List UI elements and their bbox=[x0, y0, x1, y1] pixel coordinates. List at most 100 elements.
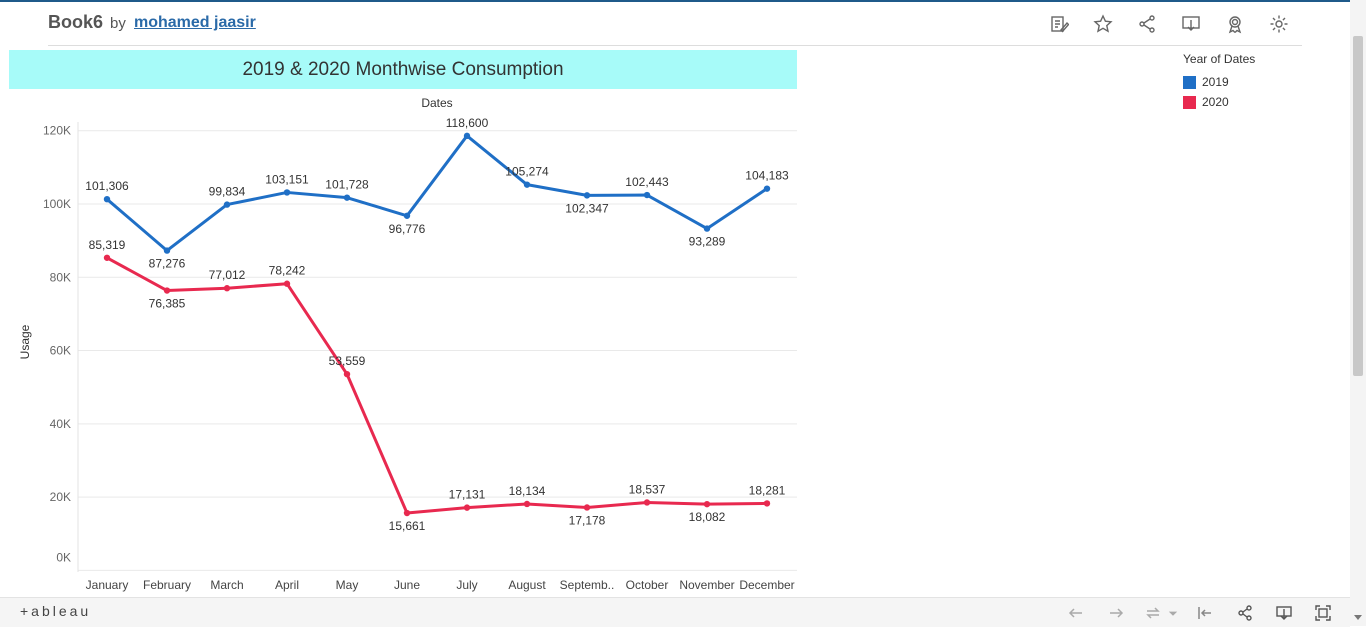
data-point[interactable] bbox=[223, 201, 231, 208]
series-line-2019 bbox=[106, 134, 768, 253]
data-label: 18,082 bbox=[689, 510, 726, 524]
data-label: 53,559 bbox=[329, 354, 366, 368]
edit-icon[interactable] bbox=[1047, 12, 1071, 36]
legend-item-2019[interactable]: 2019 bbox=[1183, 72, 1255, 92]
data-label: 18,281 bbox=[749, 483, 786, 497]
data-point[interactable] bbox=[403, 212, 411, 219]
redo-icon[interactable] bbox=[1105, 602, 1127, 624]
series-lines bbox=[103, 132, 771, 517]
data-label: 103,151 bbox=[265, 172, 309, 186]
data-point[interactable] bbox=[223, 285, 231, 292]
x-tick-label: Septemb.. bbox=[560, 578, 615, 592]
data-label: 105,274 bbox=[505, 165, 549, 179]
y-tick-label: 80K bbox=[50, 270, 71, 284]
scrollbar-thumb[interactable] bbox=[1353, 36, 1363, 376]
x-tick-label: October bbox=[626, 578, 669, 592]
download-icon[interactable] bbox=[1179, 12, 1203, 36]
x-tick-label: August bbox=[508, 578, 546, 592]
header-divider bbox=[48, 45, 1302, 46]
data-label: 77,012 bbox=[209, 268, 246, 282]
y-tick-label: 40K bbox=[50, 417, 71, 431]
data-label: 93,289 bbox=[689, 235, 726, 249]
legend-swatch-2020 bbox=[1183, 95, 1196, 109]
gear-icon[interactable] bbox=[1267, 12, 1291, 36]
x-tick-label: June bbox=[394, 578, 420, 592]
vertical-scrollbar[interactable] bbox=[1350, 0, 1366, 626]
legend: Year of Dates 2019 2020 bbox=[1183, 52, 1255, 112]
data-point[interactable] bbox=[763, 500, 771, 507]
data-label: 102,443 bbox=[625, 175, 669, 189]
award-icon[interactable] bbox=[1223, 12, 1247, 36]
share-icon[interactable] bbox=[1135, 12, 1159, 36]
x-axis-ticks: January February March April May June July Augu… bbox=[86, 578, 795, 592]
workbook-title: Book6 bbox=[48, 12, 104, 32]
scroll-down-arrow[interactable] bbox=[1354, 615, 1362, 620]
x-tick-label: July bbox=[456, 578, 477, 592]
author-link[interactable]: mohamed jaasir bbox=[134, 14, 256, 32]
data-point[interactable] bbox=[343, 370, 351, 378]
data-point[interactable] bbox=[523, 181, 531, 188]
y-tick-label: 0K bbox=[56, 550, 71, 564]
data-label: 118,600 bbox=[446, 116, 489, 130]
data-point[interactable] bbox=[643, 191, 651, 199]
data-point[interactable] bbox=[763, 185, 771, 192]
legend-label-2019: 2019 bbox=[1202, 75, 1229, 89]
data-label: 101,306 bbox=[85, 179, 129, 193]
data-point[interactable] bbox=[463, 132, 471, 140]
data-point[interactable] bbox=[283, 280, 291, 287]
data-point[interactable] bbox=[583, 192, 591, 199]
data-label: 101,728 bbox=[325, 178, 369, 192]
x-axis-title: Dates bbox=[421, 96, 452, 110]
x-tick-label: March bbox=[210, 578, 243, 592]
data-point[interactable] bbox=[163, 287, 171, 294]
data-label: 17,178 bbox=[569, 513, 606, 527]
data-point[interactable] bbox=[703, 500, 711, 508]
x-tick-label: January bbox=[86, 578, 129, 592]
data-point[interactable] bbox=[283, 189, 291, 196]
chart-title: 2019 & 2020 Monthwise Consumption bbox=[9, 50, 797, 89]
revert-dropdown-icon[interactable] bbox=[1166, 602, 1180, 624]
legend-label-2020: 2020 bbox=[1202, 95, 1229, 109]
y-axis-ticks: 0K 20K 40K 60K 80K 100K 120K bbox=[43, 124, 71, 565]
data-point[interactable] bbox=[103, 195, 111, 203]
data-point[interactable] bbox=[703, 225, 711, 232]
data-label: 99,834 bbox=[209, 185, 246, 199]
revert-icon[interactable] bbox=[1142, 602, 1164, 624]
line-chart: 0K 20K 40K 60K 80K 100K 120K January February Ma… bbox=[18, 96, 797, 592]
data-label: 78,242 bbox=[269, 264, 306, 278]
data-point[interactable] bbox=[103, 254, 111, 261]
workbook-header: Book6 by mohamed jaasir bbox=[0, 2, 1350, 46]
data-label: 15,661 bbox=[389, 519, 426, 533]
data-point[interactable] bbox=[163, 247, 171, 254]
x-tick-label: May bbox=[336, 578, 359, 592]
y-tick-label: 20K bbox=[50, 490, 71, 504]
data-label: 18,537 bbox=[629, 482, 666, 496]
undo-icon[interactable] bbox=[1065, 602, 1087, 624]
star-icon[interactable] bbox=[1091, 12, 1115, 36]
y-tick-label: 120K bbox=[43, 124, 71, 138]
data-point[interactable] bbox=[523, 500, 531, 508]
by-label: by bbox=[110, 15, 126, 32]
data-point[interactable] bbox=[583, 504, 591, 511]
data-label: 85,319 bbox=[89, 238, 126, 252]
data-labels: 101,306 87,276 99,834 103,151 101,728 96,776 1… bbox=[85, 116, 789, 533]
data-point[interactable] bbox=[463, 504, 471, 511]
download-icon-footer[interactable] bbox=[1273, 602, 1295, 624]
fullscreen-icon[interactable] bbox=[1312, 602, 1334, 624]
share-icon-footer[interactable] bbox=[1234, 602, 1256, 624]
legend-title: Year of Dates bbox=[1183, 52, 1256, 66]
reset-icon[interactable] bbox=[1194, 602, 1216, 624]
data-label: 17,131 bbox=[449, 488, 486, 502]
y-tick-label: 60K bbox=[50, 344, 71, 358]
data-point[interactable] bbox=[343, 194, 351, 201]
x-tick-label: April bbox=[275, 578, 299, 592]
data-label: 76,385 bbox=[149, 297, 186, 311]
data-label: 18,134 bbox=[509, 484, 546, 498]
data-point[interactable] bbox=[643, 499, 651, 506]
data-point[interactable] bbox=[403, 509, 411, 517]
x-tick-label: December bbox=[739, 578, 794, 592]
tableau-logo[interactable]: +ableau bbox=[20, 603, 91, 619]
y-tick-label: 100K bbox=[43, 197, 71, 211]
tableau-toolbar: +ableau bbox=[0, 597, 1350, 627]
legend-item-2020[interactable]: 2020 bbox=[1183, 92, 1255, 112]
